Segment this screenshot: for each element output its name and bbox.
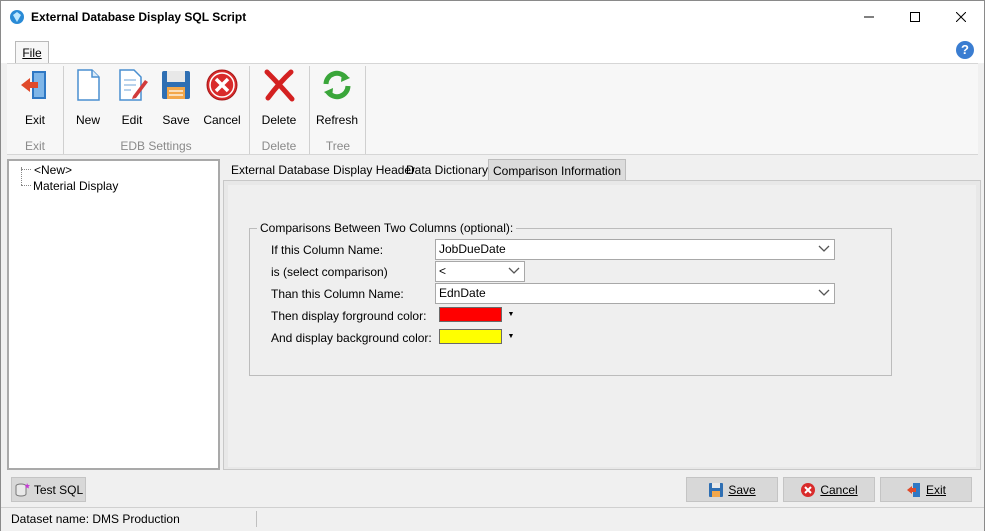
tree-connector <box>21 185 31 186</box>
ribbon-tab-row: File <box>1 33 984 64</box>
save-label: Save <box>728 482 756 497</box>
tree-item-material-display[interactable]: Material Display <box>33 179 118 193</box>
delete-button[interactable]: Delete <box>257 68 301 127</box>
background-color-swatch[interactable] <box>439 329 502 344</box>
tree-item-new[interactable]: <New> <box>34 163 72 177</box>
cancel-ribbon-label: Cancel <box>203 113 241 127</box>
comparison-combo[interactable]: < <box>435 261 525 282</box>
cancel-label: Cancel <box>820 482 858 497</box>
tab-strip: External Database Display Header Data Di… <box>223 159 981 181</box>
tree-view[interactable]: <New> Material Display <box>7 159 220 470</box>
column1-combo[interactable]: JobDueDate <box>435 239 835 260</box>
new-document-icon <box>77 69 100 101</box>
tree-connector <box>21 169 31 170</box>
tab-comparison-information[interactable]: Comparison Information <box>488 159 627 181</box>
refresh-label: Refresh <box>315 113 359 127</box>
database-icon <box>15 482 30 496</box>
title-bar: External Database Display SQL Script <box>1 1 984 33</box>
save-ribbon-button[interactable]: Save <box>154 68 198 127</box>
group-label-edb-settings: EDB Settings <box>120 139 192 153</box>
save-ribbon-label: Save <box>162 113 190 127</box>
exit-door-icon <box>906 482 920 497</box>
column2-value: EdnDate <box>439 286 486 300</box>
edit-document-icon <box>119 69 148 101</box>
exit-ribbon-button[interactable]: Exit <box>13 68 57 127</box>
chevron-down-icon <box>818 289 830 296</box>
floppy-disk-icon <box>162 71 190 99</box>
cancel-icon <box>206 69 238 101</box>
foreground-color-label: Then display forground color: <box>271 309 427 323</box>
column1-label: If this Column Name: <box>271 243 384 257</box>
delete-label: Delete <box>261 113 297 127</box>
edit-label: Edit <box>121 113 143 127</box>
group-separator <box>63 66 64 154</box>
window-title: External Database Display SQL Script <box>31 10 247 24</box>
tab-label: Data Dictionary <box>406 163 489 177</box>
status-bar: Dataset name: DMS Production <box>1 507 984 531</box>
comparison-value: < <box>439 264 447 278</box>
tab-external-database-display-header[interactable]: External Database Display Header <box>227 159 419 181</box>
file-tab-label: File <box>22 46 42 60</box>
status-separator <box>256 511 257 527</box>
cancel-button[interactable]: Cancel <box>783 477 875 502</box>
main-window: External Database Display SQL Script Fil… <box>0 0 985 531</box>
edit-button[interactable]: Edit <box>110 68 154 127</box>
group-label-exit: Exit <box>24 139 45 153</box>
app-icon <box>10 10 24 24</box>
minimize-button[interactable] <box>846 1 892 33</box>
cancel-icon <box>801 482 816 497</box>
minimize-icon <box>864 16 874 18</box>
help-icon[interactable]: ? <box>956 41 974 59</box>
new-label: New <box>75 113 100 127</box>
test-sql-label: Test SQL <box>33 482 84 497</box>
dataset-name-status: Dataset name: DMS Production <box>11 512 180 526</box>
floppy-disk-icon <box>709 482 724 497</box>
foreground-color-swatch[interactable] <box>439 307 502 322</box>
tab-label: Comparison Information <box>493 164 622 178</box>
exit-door-icon <box>21 71 46 99</box>
groupbox-title: Comparisons Between Two Columns (optiona… <box>257 221 517 235</box>
background-color-dropdown[interactable]: ▼ <box>507 329 515 344</box>
test-sql-button[interactable]: Test SQL <box>11 477 86 502</box>
group-label-tree: Tree <box>325 139 351 153</box>
ribbon: Exit New Edit Save Cancel Delete Refresh… <box>7 63 978 155</box>
file-tab[interactable]: File <box>15 41 49 64</box>
background-color-label: And display background color: <box>271 331 432 345</box>
chevron-down-icon <box>818 245 830 252</box>
chevron-down-icon <box>508 267 520 274</box>
column2-combo[interactable]: EdnDate <box>435 283 835 304</box>
maximize-button[interactable] <box>892 1 938 33</box>
group-separator <box>309 66 310 154</box>
new-button[interactable]: New <box>66 68 110 127</box>
exit-label: Exit <box>925 482 946 497</box>
group-separator <box>249 66 250 154</box>
tab-data-dictionary[interactable]: Data Dictionary <box>402 159 492 181</box>
tab-label: External Database Display Header <box>231 163 416 177</box>
close-icon <box>956 12 966 22</box>
foreground-color-dropdown[interactable]: ▼ <box>507 307 515 322</box>
group-separator <box>365 66 366 154</box>
save-button[interactable]: Save <box>686 477 778 502</box>
cancel-ribbon-button[interactable]: Cancel <box>200 68 244 127</box>
comparison-label: is (select comparison) <box>271 265 388 279</box>
exit-ribbon-label: Exit <box>24 113 45 127</box>
column2-label: Than this Column Name: <box>271 287 404 301</box>
column1-value: JobDueDate <box>439 242 506 256</box>
refresh-button[interactable]: Refresh <box>315 68 359 127</box>
delete-x-icon <box>264 69 295 102</box>
maximize-icon <box>910 12 920 22</box>
group-label-delete: Delete <box>261 139 297 153</box>
exit-button[interactable]: Exit <box>880 477 972 502</box>
refresh-icon <box>323 70 351 100</box>
close-button[interactable] <box>938 1 984 33</box>
